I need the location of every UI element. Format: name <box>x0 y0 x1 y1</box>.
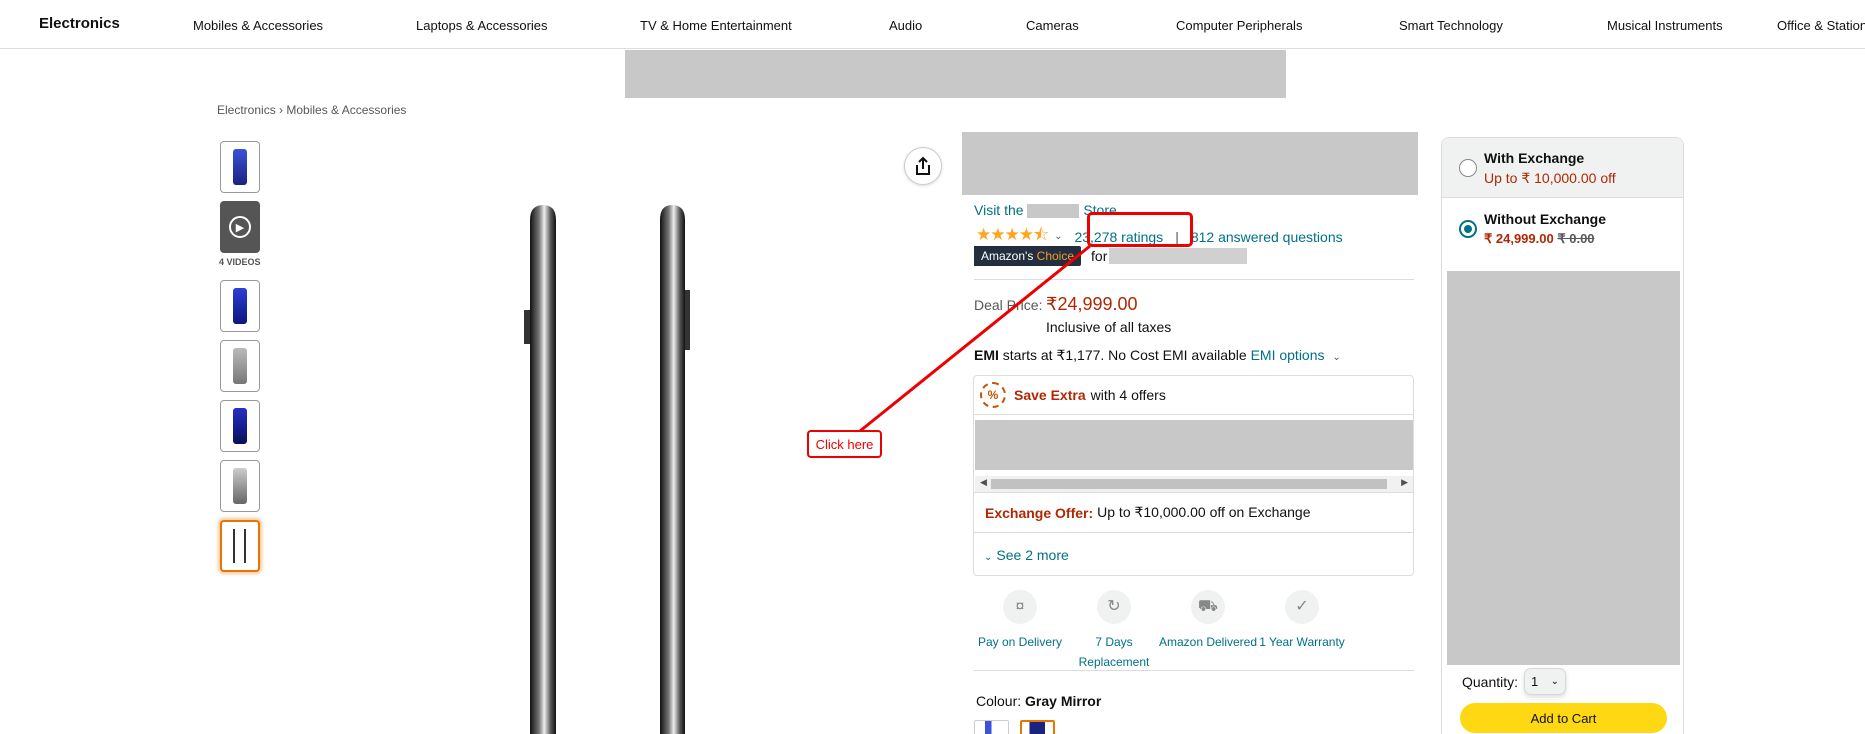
quantity-select[interactable]: 1 ⌄ <box>1524 668 1567 695</box>
store-name-redacted <box>1027 204 1080 219</box>
nav-item-smart-technology[interactable]: Smart Technology <box>1399 18 1503 33</box>
offers-carousel-redacted[interactable] <box>975 420 1413 470</box>
chevron-down-icon[interactable]: ⌄ <box>1054 231 1062 242</box>
with-exchange-discount: Up to ₹ 10,000.00 off <box>1484 170 1616 186</box>
chevron-down-icon: ⌄ <box>1550 676 1560 687</box>
nav-item-tv[interactable]: TV & Home Entertainment <box>640 18 792 33</box>
feature-warranty[interactable]: ✓ 1 Year Warranty <box>1252 590 1352 652</box>
offers-box: % Save Extra with 4 offers ◀ ▶ Exchange … <box>973 375 1414 576</box>
without-exchange-price: ₹ 24,999.00 <box>1484 231 1554 246</box>
annotation-highlight-box <box>1087 212 1193 247</box>
breadcrumb-electronics[interactable]: Electronics <box>217 103 276 117</box>
category-nav-bar: Electronics Mobiles & Accessories Laptop… <box>0 0 1865 49</box>
videos-label: 4 VIDEOS <box>219 257 261 267</box>
nav-item-computer-peripherals[interactable]: Computer Peripherals <box>1176 18 1302 33</box>
colour-row: Colour: Gray Mirror <box>976 693 1101 709</box>
nav-item-mobiles[interactable]: Mobiles & Accessories <box>193 18 323 33</box>
exchange-offer-row[interactable]: Exchange Offer: Up to ₹10,000.00 off on … <box>974 492 1413 533</box>
emi-options-link[interactable]: EMI options <box>1251 347 1325 363</box>
emi-text: starts at ₹1,177. No Cost EMI available <box>1002 347 1247 363</box>
thumbnail-5[interactable] <box>220 460 260 512</box>
percent-offer-icon: % <box>980 382 1006 408</box>
thumbnail-1[interactable] <box>220 141 260 193</box>
phone-thumb-image <box>233 149 247 185</box>
exchange-offer-text: Up to ₹10,000.00 off on Exchange <box>1097 504 1311 520</box>
without-exchange-strike-price: ₹ 0.00 <box>1557 231 1595 246</box>
tax-note: Inclusive of all taxes <box>1046 319 1172 335</box>
scroll-left-arrow-icon[interactable]: ◀ <box>980 477 987 488</box>
nav-item-laptops[interactable]: Laptops & Accessories <box>416 18 548 33</box>
shield-icon: ✓ <box>1285 590 1319 624</box>
colour-value: Gray Mirror <box>1025 693 1102 709</box>
breadcrumb-mobiles[interactable]: Mobiles & Accessories <box>286 103 406 117</box>
share-icon <box>916 156 930 175</box>
breadcrumb: Electronics › Mobiles & Accessories <box>217 103 406 117</box>
divider <box>974 670 1414 671</box>
emi-label: EMI <box>974 347 999 363</box>
quantity-label: Quantity: <box>1462 673 1519 690</box>
cash-icon: ¤ <box>1003 590 1037 624</box>
nav-brand[interactable]: Electronics <box>39 15 120 32</box>
chevron-down-icon[interactable]: ⌄ <box>1332 352 1340 363</box>
delivery-truck-icon: ⛟ <box>1191 590 1225 624</box>
offers-header: % Save Extra with 4 offers <box>974 376 1413 415</box>
feature-replacement[interactable]: ↻ 7 Days Replacement <box>1064 590 1164 672</box>
phone-thumb-image <box>233 288 247 324</box>
buybox-details-redacted <box>1447 271 1680 665</box>
amazons-choice-row: Amazon's Choice for <box>974 246 1248 266</box>
with-exchange-option[interactable]: With Exchange Up to ₹ 10,000.00 off <box>1442 138 1683 198</box>
main-product-image[interactable] <box>500 200 720 734</box>
nav-item-cameras[interactable]: Cameras <box>1026 18 1079 33</box>
with-exchange-radio[interactable] <box>1459 159 1477 177</box>
see-more-offers-link[interactable]: ⌄ See 2 more <box>984 547 1069 563</box>
feature-amazon-delivered[interactable]: ⛟ Amazon Delivered <box>1158 590 1258 652</box>
add-to-cart-button[interactable]: Add to Cart <box>1460 703 1667 733</box>
replacement-icon: ↻ <box>1097 590 1131 624</box>
offers-count: with 4 offers <box>1090 387 1166 403</box>
answered-questions-link[interactable]: 812 answered questions <box>1191 229 1343 245</box>
colour-swatch-gray-mirror[interactable] <box>1020 720 1055 734</box>
chevron-down-icon: ⌄ <box>984 552 993 563</box>
scroll-right-arrow-icon[interactable]: ▶ <box>1401 477 1408 488</box>
choice-for-text: for <box>1091 248 1108 264</box>
colour-swatch-blue[interactable] <box>974 720 1009 734</box>
nav-item-office[interactable]: Office & Station <box>1777 18 1865 33</box>
breadcrumb-separator: › <box>279 103 284 117</box>
colour-label: Colour: <box>976 693 1022 709</box>
offers-scrollbar[interactable]: ◀ ▶ <box>975 476 1413 492</box>
phone-thumb-image <box>233 468 247 504</box>
visit-store-prefix: Visit the <box>974 202 1024 218</box>
phone-side-thumb-image <box>233 529 246 563</box>
ad-banner-redacted[interactable] <box>625 50 1286 98</box>
divider <box>974 279 1414 280</box>
phone-thumb-image <box>233 348 247 384</box>
deal-price: ₹24,999.00 <box>1046 294 1138 314</box>
with-exchange-title: With Exchange <box>1484 150 1585 166</box>
product-title-redacted <box>962 132 1418 195</box>
feature-pay-on-delivery[interactable]: ¤ Pay on Delivery <box>970 590 1070 652</box>
buy-box: With Exchange Up to ₹ 10,000.00 off With… <box>1441 137 1684 734</box>
nav-item-audio[interactable]: Audio <box>889 18 922 33</box>
share-button[interactable] <box>904 147 942 185</box>
emi-line: EMI starts at ₹1,177. No Cost EMI availa… <box>974 347 1341 364</box>
thumbnail-6-selected[interactable] <box>220 520 260 572</box>
phone-thumb-image <box>233 408 247 444</box>
amazons-choice-badge: Amazon's Choice <box>974 246 1082 266</box>
thumbnail-4[interactable] <box>220 400 260 452</box>
scrollbar-thumb[interactable] <box>991 479 1387 489</box>
without-exchange-price-row: ₹ 24,999.00 ₹ 0.00 <box>1484 231 1595 247</box>
choice-keyword-redacted[interactable] <box>1109 248 1248 264</box>
without-exchange-title[interactable]: Without Exchange <box>1484 211 1606 227</box>
save-extra-label: Save Extra <box>1014 387 1086 403</box>
thumbnail-2[interactable] <box>220 280 260 332</box>
nav-item-musical-instruments[interactable]: Musical Instruments <box>1607 18 1723 33</box>
quantity-row: Quantity: 1 ⌄ <box>1462 668 1567 695</box>
exchange-offer-label: Exchange Offer: <box>985 504 1094 521</box>
thumbnail-3[interactable] <box>220 340 260 392</box>
annotation-label: Click here <box>807 430 882 458</box>
deal-price-label: Deal Price: <box>974 297 1043 313</box>
without-exchange-radio[interactable] <box>1459 220 1477 238</box>
thumbnail-video[interactable]: ▶ <box>220 201 260 253</box>
play-icon: ▶ <box>229 216 251 238</box>
